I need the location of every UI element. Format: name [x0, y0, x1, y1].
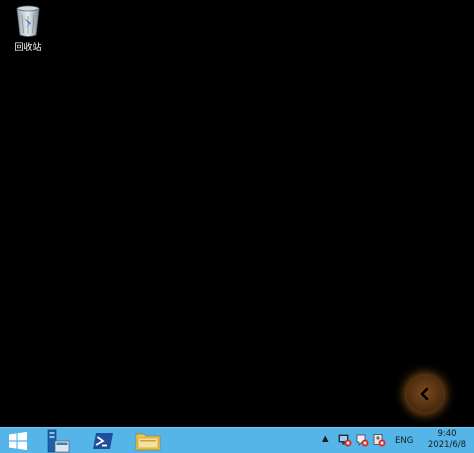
recycle-bin-icon [16, 5, 40, 37]
desktop[interactable]: 回收站 ▲ ENG 9:40 2021/6/8 [0, 0, 474, 453]
file-explorer-icon [135, 433, 161, 451]
windows-logo-icon [9, 431, 27, 451]
speaker-error-icon [373, 434, 386, 447]
recycle-bin-label: 回收站 [14, 43, 42, 53]
input-language-indicator[interactable]: ENG [395, 436, 413, 446]
recycle-bin-shortcut[interactable]: 回收站 [6, 4, 50, 56]
back-button[interactable] [407, 376, 443, 412]
taskbar-server-manager[interactable] [40, 428, 74, 453]
tray-volume[interactable] [372, 432, 386, 451]
start-button[interactable] [0, 428, 36, 453]
network-error-icon [338, 434, 352, 447]
show-hidden-icons-button[interactable]: ▲ [322, 434, 329, 444]
powershell-icon [93, 433, 113, 449]
taskbar-file-explorer[interactable] [131, 428, 165, 453]
clock-date: 2021/6/8 [427, 440, 467, 450]
clock-time: 9:40 [437, 429, 457, 439]
chevron-left-icon [420, 387, 429, 401]
tray-action-center[interactable] [355, 432, 369, 451]
taskbar-powershell[interactable] [86, 428, 120, 453]
action-center-error-icon [356, 434, 369, 447]
tray-network[interactable] [338, 432, 352, 451]
server-manager-icon [47, 429, 70, 453]
clock[interactable]: 9:40 2021/6/8 [420, 429, 474, 451]
